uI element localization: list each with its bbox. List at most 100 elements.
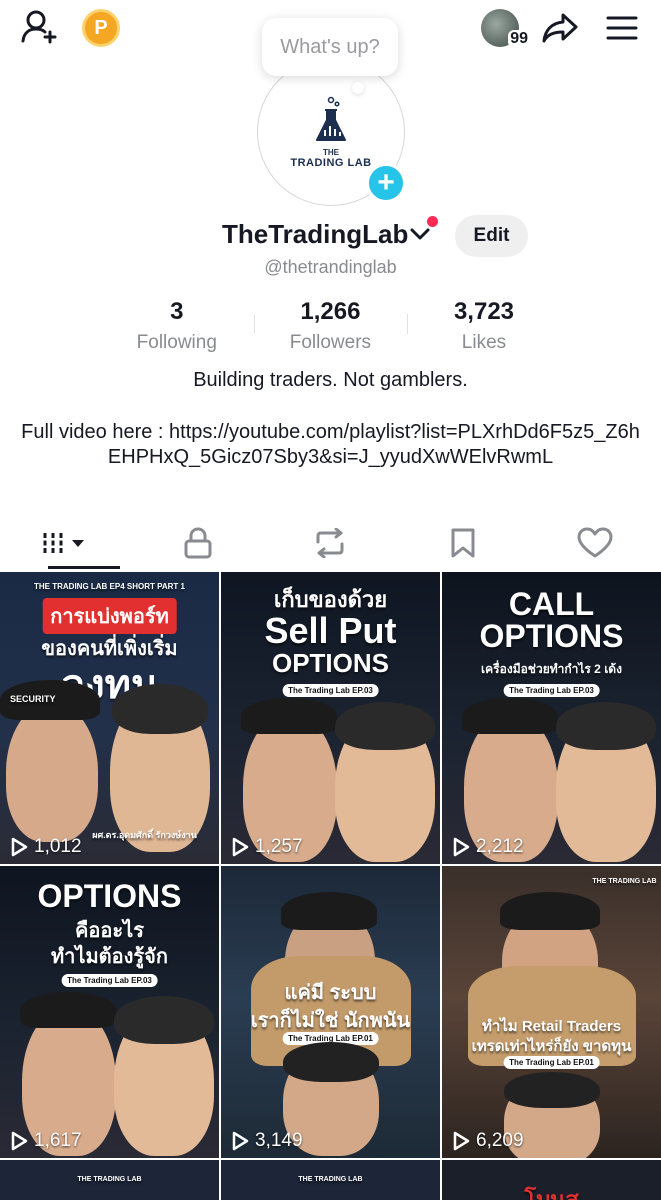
play-icon [232, 1131, 249, 1151]
view-count-value: 1,257 [255, 836, 303, 857]
edit-profile-label: Edit [473, 225, 510, 246]
plus-icon: + [377, 166, 395, 199]
heart-icon [577, 527, 613, 558]
host-figure [6, 702, 98, 842]
active-tab-indicator [48, 566, 120, 569]
coin-icon[interactable]: P [82, 9, 120, 47]
play-icon [11, 837, 28, 857]
video-caption: ผศ.ดร.อุดมศักดิ์ รักวงษ์งาน [92, 830, 197, 840]
repost-icon [316, 528, 344, 558]
view-count-value: 6,209 [476, 1130, 524, 1151]
view-count: 1,012 [10, 836, 82, 858]
grid-icon [43, 533, 85, 553]
video-badge: The Trading Lab EP.03 [503, 684, 600, 697]
view-count: 6,209 [452, 1130, 524, 1152]
play-icon [11, 1131, 28, 1151]
hair-figure [504, 1072, 600, 1108]
video-title: การแบ่งพอร์ท [42, 598, 177, 634]
name-row: TheTradingLab Edit [0, 213, 661, 259]
video-thumbnail[interactable]: โบนุส [442, 1160, 661, 1200]
view-count: 1,257 [231, 836, 303, 858]
hair-figure [283, 1042, 379, 1082]
status-bubble-text: What's up? [280, 35, 380, 58]
video-thumbnail[interactable]: OPTIONS คืออะไร ทำไมต้องรู้จัก The Tradi… [0, 866, 219, 1158]
video-subtitle: เทรดเท่าไหร่ก็ยัง ขาดทุน [471, 1038, 632, 1055]
cap-figure [20, 992, 116, 1028]
share-icon[interactable] [538, 10, 582, 46]
lock-icon [184, 527, 212, 559]
add-avatar-button[interactable]: + [366, 163, 406, 203]
video-thumbnail[interactable]: THE TRADING LAB [221, 1160, 440, 1200]
video-grid: THE TRADING LAB EP4 SHORT PART 1 การแบ่ง… [0, 572, 661, 1200]
video-thumbnail[interactable]: THE TRADING LAB ทำไม Retail Traders เทรด… [442, 866, 661, 1158]
chevron-down-icon[interactable] [410, 227, 430, 246]
avatar-brand-small: THE [323, 147, 339, 157]
video-thumbnail[interactable]: THE TRADING LAB [0, 1160, 219, 1200]
add-user-icon[interactable] [18, 8, 62, 44]
tab-favorites[interactable] [397, 519, 529, 567]
video-badge: The Trading Lab EP.03 [282, 684, 379, 697]
play-icon [232, 837, 249, 857]
video-title: Sell Put [264, 610, 397, 651]
video-thumbnail[interactable]: เก็บของด้วย Sell Put OPTIONS The Trading… [221, 572, 440, 864]
hair-figure [114, 996, 214, 1044]
account-notification-dot [427, 216, 438, 227]
video-title: โบนุส [524, 1187, 579, 1200]
stats-row: 3 Following 1,266 Followers 3,723 Likes [100, 298, 561, 358]
view-count-value: 1,012 [34, 836, 82, 857]
tab-reposts[interactable] [264, 519, 396, 567]
video-badge: The Trading Lab EP.01 [503, 1056, 600, 1069]
bio: Building traders. Not gamblers. [193, 369, 468, 391]
video-subtitle: OPTIONS [271, 648, 389, 678]
cap-label: SECURITY [10, 694, 56, 704]
hair-figure [335, 702, 435, 750]
avatar-brand-main: TRADING LAB [290, 156, 372, 169]
video-top-text: THE TRADING LAB EP4 SHORT PART 1 [34, 582, 185, 591]
play-icon [453, 1131, 470, 1151]
stat-following[interactable]: 3 Following [100, 298, 254, 358]
play-icon [453, 837, 470, 857]
cap-figure [241, 698, 337, 734]
video-small-text: ทำไมต้องรู้จัก [51, 946, 168, 968]
cap-figure [462, 698, 558, 734]
stat-label: Following [136, 332, 217, 353]
flask-logo-icon [316, 96, 346, 141]
video-badge: The Trading Lab EP.03 [61, 974, 158, 987]
stat-label: Followers [289, 332, 372, 353]
video-thumbnail[interactable]: THE TRADING LAB EP4 SHORT PART 1 การแบ่ง… [0, 572, 219, 864]
video-brand: THE TRADING LAB [592, 878, 657, 885]
video-subtitle: OPTIONS [479, 618, 624, 654]
stat-value: 3,723 [453, 298, 515, 325]
notification-avatar[interactable]: 99 [478, 6, 530, 50]
view-count-value: 2,212 [476, 836, 524, 857]
video-thumbnail[interactable]: แค่มี ระบบ เราก็ไม่ใช่ นักพนัน The Tradi… [221, 866, 440, 1158]
video-brand: THE TRADING LAB [77, 1176, 142, 1183]
stat-value: 1,266 [300, 298, 361, 325]
view-count-value: 3,149 [255, 1130, 303, 1151]
stat-followers[interactable]: 1,266 Followers [254, 298, 408, 358]
view-count: 3,149 [231, 1130, 303, 1152]
coin-label: P [94, 16, 108, 39]
stat-likes[interactable]: 3,723 Likes [407, 298, 561, 358]
hair-figure [112, 684, 208, 734]
video-brand: THE TRADING LAB [298, 1176, 363, 1183]
video-title: OPTIONS [37, 878, 182, 914]
view-count: 2,212 [452, 836, 524, 858]
profile-tabs [0, 519, 661, 567]
tab-liked[interactable] [529, 519, 661, 567]
menu-icon[interactable] [600, 10, 644, 46]
hair-figure [556, 702, 656, 750]
handle: @thetrandinglab [264, 257, 397, 277]
bio-link[interactable]: Full video here : https://youtube.com/pl… [20, 420, 641, 470]
edit-profile-button[interactable]: Edit [455, 215, 528, 257]
stat-label: Likes [461, 332, 507, 353]
video-thumbnail[interactable]: CALL OPTIONS เครื่องมือช่วยทำกำไร 2 เด้ง… [442, 572, 661, 864]
status-bubble[interactable]: What's up? [262, 18, 398, 76]
status-bubble-tail [352, 82, 364, 94]
bookmark-icon [451, 528, 475, 558]
stat-value: 3 [170, 298, 184, 325]
username[interactable]: TheTradingLab [222, 219, 408, 250]
tab-videos[interactable] [0, 519, 132, 567]
tab-private[interactable] [132, 519, 264, 567]
cap-figure [281, 892, 377, 930]
